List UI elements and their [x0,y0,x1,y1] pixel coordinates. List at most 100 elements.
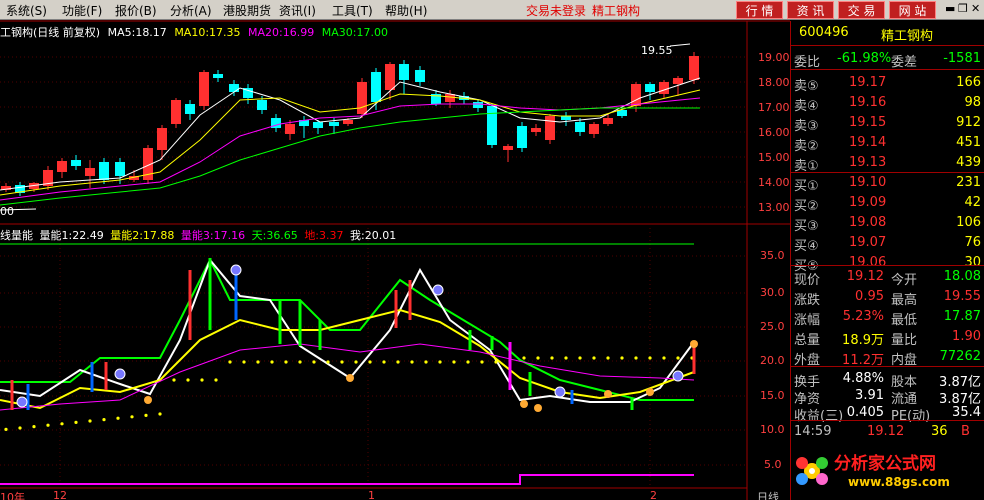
dot-mark [158,412,162,416]
sell-row-5[interactable]: 卖⑤ 19.17 166 [791,73,984,94]
sell-row-4[interactable]: 卖④ 19.16 98 [791,93,984,114]
candle-body [343,120,353,124]
order-price: 19.07 [849,235,887,250]
candle-body [487,106,497,145]
candle-body [313,122,323,128]
candle-body [357,82,367,114]
stat-label: 量比 [891,333,918,348]
order-label: 买① [794,179,819,194]
dot-mark [648,356,652,360]
sell-row-1[interactable]: 卖① 19.13 439 [791,153,984,174]
ma30-label: MA30:17.00 [321,26,388,39]
high-arrow [669,43,691,47]
close-icon[interactable]: ✕ [971,2,981,16]
signal-marker [16,396,28,408]
chart-canvas[interactable] [0,0,790,500]
minimize-icon[interactable]: ▬ [945,2,955,16]
dot-mark [564,356,568,360]
candle-body [631,84,641,106]
sky-label: 天:36.65 [251,229,298,242]
trade-button[interactable]: 交 易 [838,1,885,19]
sub-y-tick-15: 15.0 [760,389,785,402]
website-button[interactable]: 网 站 [889,1,936,19]
order-volume: 439 [956,155,981,170]
stat-value: 5.23% [842,309,884,324]
candle-body [229,84,239,92]
candle-body [575,122,585,132]
stat-value: 17.87 [943,309,981,324]
dot-mark [452,360,456,364]
stat-row: 涨幅 5.23% 最低 17.87 [791,307,984,328]
dot-mark [662,356,666,360]
dot-mark [102,418,106,422]
ma20-line [0,97,701,201]
dot-mark [46,423,50,427]
signal-marker [690,340,698,348]
order-label: 卖② [794,139,819,154]
buy-row-2[interactable]: 买② 19.09 42 [791,193,984,214]
dot-mark [284,360,288,364]
dot-mark [270,360,274,364]
period-label[interactable]: 日线 [757,489,779,500]
wei-bi-row: 委比 -61.98% 委差 -1581 [794,51,981,70]
dot-mark [242,360,246,364]
sub-y-tick-30: 30.0 [760,286,785,299]
dot-mark [676,356,680,360]
dot-mark [32,425,36,429]
restore-icon[interactable]: ❐ [958,2,968,16]
order-price: 19.16 [849,95,887,110]
sub-chart-title: 线量能 [0,229,33,242]
stat-value: 0.95 [855,289,884,304]
main-chart-legend: 工钢构(日线 前复权) MA5:18.17 MA10:17.35 MA20:16… [0,24,388,40]
order-label: 买④ [794,239,819,254]
buy-row-3[interactable]: 买③ 19.08 106 [791,213,984,234]
sell-row-2[interactable]: 卖② 19.14 451 [791,133,984,154]
news-button[interactable]: 资 讯 [787,1,834,19]
stat-value: 0.405 [846,405,884,420]
energy2-label: 量能2:17.88 [110,229,175,242]
order-volume: 98 [964,95,981,110]
ma20-label: MA20:16.99 [248,26,315,39]
signal-marker [604,390,612,398]
dot-mark [466,360,470,364]
buy-row-1[interactable]: 买① 19.10 231 [791,173,984,194]
order-volume: 231 [956,175,981,190]
dot-mark [396,360,400,364]
order-price: 19.14 [849,135,887,150]
candle-body [531,128,541,132]
x-label-feb: 2 [650,489,657,500]
stat-value: 1.90 [952,329,981,344]
ma10-label: MA10:17.35 [174,26,241,39]
order-label: 卖④ [794,99,819,114]
ground-label: 地:3.37 [304,229,344,242]
dot-mark [18,426,22,430]
sell-row-3[interactable]: 卖③ 19.15 912 [791,113,984,134]
order-volume: 76 [964,235,981,250]
dot-mark [438,360,442,364]
site-logo: 分析家公式网 www.88gs.com [790,441,984,500]
stat-row: 外盘 11.2万 内盘 77262 [791,347,984,368]
stock-code: 600496 [799,25,849,40]
stat-row: 现价 19.12 今开 18.08 [791,267,984,288]
dot-mark [200,378,204,382]
trading-window: 系统(S) 功能(F) 报价(B) 分析(A) 港股期货 资讯(I) 工具(T)… [0,0,984,500]
wei-cha-value: -1581 [943,51,981,66]
candle-body [371,72,381,102]
buy-row-4[interactable]: 买④ 19.07 76 [791,233,984,254]
y-tick-16: 16.00 [758,126,790,139]
dot-mark [578,356,582,360]
dot-mark [522,356,526,360]
dot-mark [606,356,610,360]
dot-mark [186,378,190,382]
candle-body [473,102,483,108]
candle-body [57,161,67,172]
sub-y-tick-5: 5.0 [764,458,782,471]
y-tick-18: 18.00 [758,76,790,89]
candle-body [689,56,699,80]
stat-value: 19.55 [943,289,981,304]
candle-body [561,116,571,120]
signal-marker [554,386,566,398]
candle-body [157,128,167,150]
stat-row: 总量 18.9万 量比 1.90 [791,327,984,348]
stat-label: 最低 [891,313,918,328]
